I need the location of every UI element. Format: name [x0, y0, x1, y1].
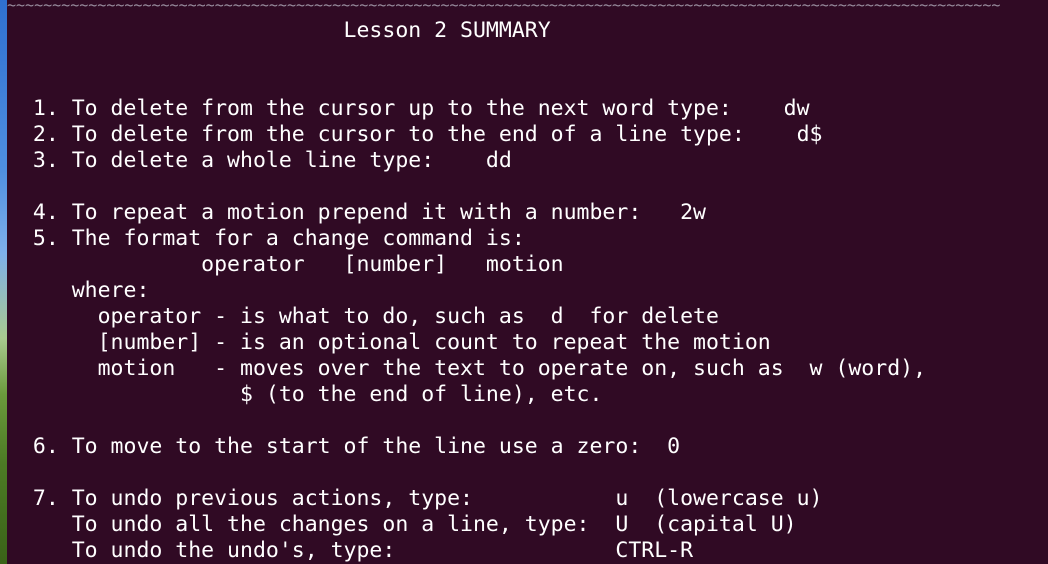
terminal-line: 1. To delete from the cursor up to the n…	[7, 96, 810, 121]
terminal-line: To undo all the changes on a line, type:…	[7, 512, 797, 537]
terminal-window[interactable]: ~~~~~~~~~~~~~~~~~~~~~~~~~~~~~~~~~~~~~~~~…	[7, 0, 1048, 564]
terminal-line: 4. To repeat a motion prepend it with a …	[7, 200, 706, 225]
terminal-line: operator - is what to do, such as d for …	[7, 304, 719, 329]
desktop-screen: ~~~~~~~~~~~~~~~~~~~~~~~~~~~~~~~~~~~~~~~~…	[0, 0, 1048, 564]
terminal-line: To undo the undo's, type: CTRL-R	[7, 538, 694, 563]
desktop-wallpaper-strip	[0, 0, 7, 564]
terminal-line: motion - moves over the text to operate …	[7, 356, 927, 381]
terminal-line: 5. The format for a change command is:	[7, 226, 525, 251]
tilde-rule: ~~~~~~~~~~~~~~~~~~~~~~~~~~~~~~~~~~~~~~~~…	[7, 0, 1001, 14]
terminal-line: 7. To undo previous actions, type: u (lo…	[7, 486, 823, 511]
terminal-line: 2. To delete from the cursor to the end …	[7, 122, 823, 147]
terminal-line: Lesson 2 SUMMARY	[7, 18, 551, 43]
terminal-line: where:	[7, 278, 150, 303]
terminal-line: operator [number] motion	[7, 252, 564, 277]
terminal-line: 6. To move to the start of the line use …	[7, 434, 681, 459]
terminal-line: 3. To delete a whole line type: dd	[7, 148, 512, 173]
terminal-line: [number] - is an optional count to repea…	[7, 330, 771, 355]
terminal-line: $ (to the end of line), etc.	[7, 382, 603, 407]
